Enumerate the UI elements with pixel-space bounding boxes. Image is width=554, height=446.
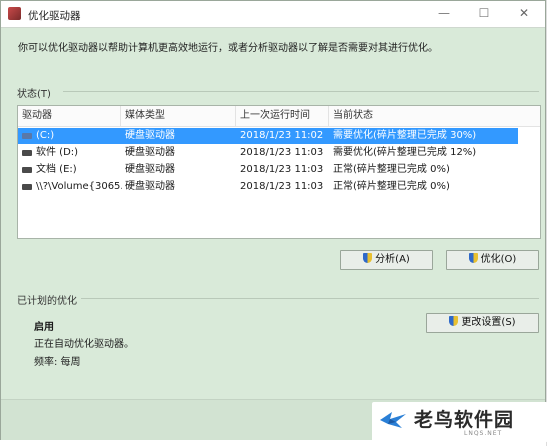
optimize-button[interactable]: 优化(O)	[446, 250, 539, 270]
status-divider	[63, 91, 539, 92]
description-text: 你可以优化驱动器以帮助计算机更高效地运行，或者分析驱动器以了解是否需要对其进行优…	[18, 43, 438, 54]
schedule-detail: 正在自动优化驱动器。	[34, 339, 134, 350]
column-media-type[interactable]: 媒体类型	[121, 106, 236, 126]
drive-status: 正常(碎片整理已完成 0%)	[333, 181, 450, 192]
drive-status: 正常(碎片整理已完成 0%)	[333, 164, 450, 175]
schedule-state: 启用	[34, 322, 54, 333]
drive-list[interactable]: 驱动器 媒体类型 上一次运行时间 当前状态 (C:) 硬盘驱动器 2018/1/…	[17, 105, 541, 239]
drive-row-volume[interactable]: \\?\Volume{3065... 硬盘驱动器 2018/1/23 11:03…	[18, 179, 518, 195]
column-current-status[interactable]: 当前状态	[329, 106, 519, 126]
watermark-name: 老鸟软件园	[414, 409, 515, 431]
media-type: 硬盘驱动器	[125, 130, 175, 141]
defrag-app-icon	[8, 7, 21, 20]
drive-status: 需要优化(碎片整理已完成 30%)	[333, 130, 477, 141]
drive-name: (C:)	[36, 130, 55, 141]
last-run-time: 2018/1/23 11:02	[240, 130, 324, 141]
site-watermark: 老鸟软件园 LNQS.NET	[372, 402, 548, 442]
drive-status: 需要优化(碎片整理已完成 12%)	[333, 147, 477, 158]
last-run-time: 2018/1/23 11:03	[240, 147, 324, 158]
status-section-label: 状态(T)	[17, 89, 51, 100]
drive-list-header: 驱动器 媒体类型 上一次运行时间 当前状态	[18, 106, 540, 127]
background-window-edge	[546, 0, 554, 446]
schedule-frequency: 频率: 每周	[34, 357, 81, 368]
drive-row-d[interactable]: 软件 (D:) 硬盘驱动器 2018/1/23 11:03 需要优化(碎片整理已…	[18, 145, 518, 161]
system-drive-icon	[22, 133, 32, 139]
column-drive[interactable]: 驱动器	[18, 106, 121, 126]
window-title: 优化驱动器	[28, 10, 81, 22]
drive-icon	[22, 184, 32, 190]
last-run-time: 2018/1/23 11:03	[240, 164, 324, 175]
analyze-button-label: 分析(A)	[375, 254, 410, 265]
drive-row-e[interactable]: 文档 (E:) 硬盘驱动器 2018/1/23 11:03 正常(碎片整理已完成…	[18, 162, 518, 178]
last-run-time: 2018/1/23 11:03	[240, 181, 324, 192]
analyze-button[interactable]: 分析(A)	[340, 250, 433, 270]
drive-name: 软件 (D:)	[36, 147, 79, 158]
scheduled-divider	[81, 298, 539, 299]
drive-name: \\?\Volume{3065...	[36, 181, 122, 192]
optimize-drives-window: 优化驱动器 — ☐ ✕ 你可以优化驱动器以帮助计算机更高效地运行，或者分析驱动器…	[0, 0, 546, 440]
drive-row-c[interactable]: (C:) 硬盘驱动器 2018/1/23 11:02 需要优化(碎片整理已完成 …	[18, 128, 518, 144]
column-last-run[interactable]: 上一次运行时间	[236, 106, 329, 126]
change-settings-button[interactable]: 更改设置(S)	[426, 313, 539, 333]
shield-icon	[449, 316, 459, 326]
minimize-button[interactable]: —	[429, 4, 459, 22]
drive-icon	[22, 167, 32, 173]
shield-icon	[363, 253, 373, 263]
drive-name: 文档 (E:)	[36, 164, 77, 175]
close-button[interactable]: ✕	[509, 4, 539, 22]
watermark-url: LNQS.NET	[464, 430, 503, 437]
bird-logo-icon	[380, 412, 406, 428]
scheduled-section-label: 已计划的优化	[17, 296, 77, 307]
media-type: 硬盘驱动器	[125, 164, 175, 175]
shield-icon	[468, 253, 478, 263]
optimize-button-label: 优化(O)	[480, 254, 517, 265]
media-type: 硬盘驱动器	[125, 181, 175, 192]
drive-icon	[22, 150, 32, 156]
maximize-button[interactable]: ☐	[469, 4, 499, 22]
change-settings-button-label: 更改设置(S)	[461, 317, 516, 328]
media-type: 硬盘驱动器	[125, 147, 175, 158]
title-bar[interactable]: 优化驱动器 — ☐ ✕	[1, 1, 545, 28]
